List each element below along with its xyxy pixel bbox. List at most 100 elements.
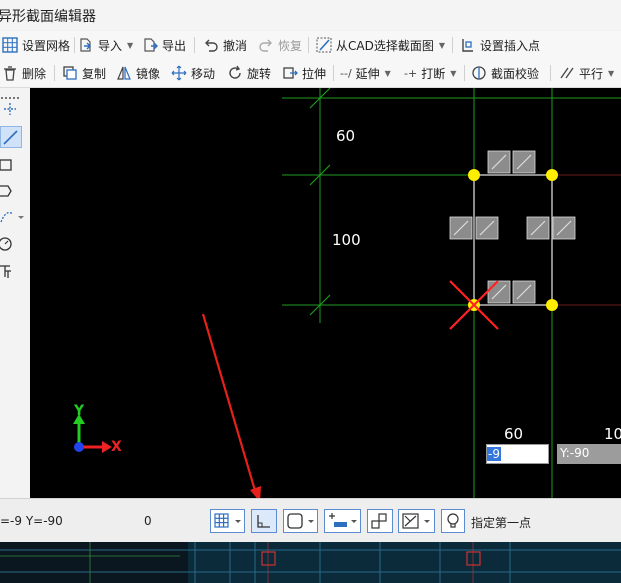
cad-select-icon xyxy=(316,37,332,53)
set-insert-point-button[interactable]: 设置插入点 xyxy=(460,35,540,55)
line-icon xyxy=(3,130,18,145)
undo-button[interactable]: 撤消 xyxy=(203,35,247,55)
coordinate-y-field[interactable]: Y:-90 xyxy=(557,444,621,464)
polygon-icon xyxy=(0,185,12,197)
polar-tracking-toggle[interactable] xyxy=(367,509,393,533)
grid-lines xyxy=(282,88,621,498)
dimension-label-bottom-right: 10 xyxy=(604,425,621,443)
select-from-cad-label: 从CAD选择截面图 xyxy=(336,38,434,53)
circle-tool[interactable] xyxy=(0,233,22,255)
rectangle-icon xyxy=(0,159,12,171)
toolbar-separator xyxy=(452,37,453,53)
import-label: 导入 xyxy=(98,38,123,53)
redo-label: 恢复 xyxy=(278,38,303,53)
toolbar-separator xyxy=(194,37,195,53)
canvas-drawing xyxy=(73,88,621,498)
mirror-label: 镜像 xyxy=(136,66,161,81)
grid-snap-toggle[interactable] xyxy=(210,509,245,533)
extend-dropdown-icon[interactable]: ▼ xyxy=(385,69,391,78)
angle-snap-icon xyxy=(402,513,419,529)
export-button[interactable]: 导出 xyxy=(142,35,186,55)
extend-button[interactable]: --/ 延伸 ▼ xyxy=(340,63,391,83)
point-icon xyxy=(4,103,16,115)
object-snap-icon xyxy=(287,513,303,529)
point-tool[interactable] xyxy=(0,98,22,120)
parallel-button[interactable]: 平行 ▼ xyxy=(559,63,614,83)
parallel-label: 平行 xyxy=(579,66,604,81)
rebar-box xyxy=(526,216,550,240)
copy-button[interactable]: 复制 xyxy=(62,63,106,83)
toolbar-grip xyxy=(0,90,22,99)
rebar-box xyxy=(487,280,511,304)
grid-icon xyxy=(2,37,18,53)
draw-toolbar xyxy=(0,88,31,498)
grid-settings-button[interactable]: 设置网格 xyxy=(2,35,70,55)
status-value: 0 xyxy=(144,514,152,528)
import-button[interactable]: 导入 ▼ xyxy=(78,35,133,55)
copy-label: 复制 xyxy=(82,66,107,81)
break-button[interactable]: -+ 打断 ▼ xyxy=(404,63,456,83)
rotate-icon xyxy=(229,65,241,79)
arc-tool[interactable] xyxy=(0,206,28,228)
import-icon xyxy=(80,38,91,52)
copy-icon xyxy=(63,66,77,80)
toolbar-separator xyxy=(308,37,309,53)
object-snap-toggle[interactable] xyxy=(283,509,318,533)
ortho-toggle[interactable] xyxy=(251,509,277,533)
ortho-icon xyxy=(257,515,270,528)
rebar-box xyxy=(475,216,499,240)
status-bar: =-9 Y=-90 0 指定第一点 xyxy=(0,498,621,543)
stretch-icon xyxy=(283,67,298,79)
dimension-label-bottom: 60 xyxy=(504,425,524,443)
import-dropdown-icon[interactable]: ▼ xyxy=(127,41,133,50)
background-cad-drawing xyxy=(0,542,621,583)
select-from-cad-button[interactable]: 从CAD选择截面图 ▼ xyxy=(316,35,445,55)
construction-lines xyxy=(552,174,621,306)
text-tool[interactable] xyxy=(0,260,22,282)
export-label: 导出 xyxy=(162,38,187,53)
section-check-icon xyxy=(472,66,486,80)
polar-tracking-icon xyxy=(371,513,387,529)
dynamic-input-toggle[interactable] xyxy=(324,509,361,533)
drawing-canvas[interactable]: 60 100 60 10 Y X -9 Y:-90 xyxy=(30,88,621,498)
parallel-icon xyxy=(560,67,574,79)
section-check-label: 截面校验 xyxy=(491,66,540,81)
undo-label: 撤消 xyxy=(223,38,248,53)
redo-button[interactable]: 恢复 xyxy=(258,35,302,55)
command-prompt: 指定第一点 xyxy=(471,516,532,530)
rebar-box xyxy=(449,216,473,240)
move-icon xyxy=(171,65,187,81)
angle-snap-toggle[interactable] xyxy=(398,509,435,533)
rotate-label: 旋转 xyxy=(247,66,272,81)
delete-label: 删除 xyxy=(22,66,47,81)
extend-icon: --/ xyxy=(340,66,352,80)
stretch-button[interactable]: 拉伸 xyxy=(282,63,326,83)
move-button[interactable]: 移动 xyxy=(171,63,215,83)
rotate-button[interactable]: 旋转 xyxy=(227,63,271,83)
background-cad-window xyxy=(0,542,621,583)
polygon-tool[interactable] xyxy=(0,180,22,202)
toolbar-separator xyxy=(54,65,55,81)
section-check-button[interactable]: 截面校验 xyxy=(471,63,539,83)
coordinate-x-input[interactable]: -9 xyxy=(486,444,549,464)
delete-button[interactable]: 删除 xyxy=(2,63,46,83)
cad-dropdown-icon[interactable]: ▼ xyxy=(439,41,445,50)
rectangle-tool[interactable] xyxy=(0,154,22,176)
axis-indicator xyxy=(73,414,112,453)
edit-toolbar: 删除 复制 镜像 移动 旋转 拉伸 --/ 延伸 ▼ -+ 打断 ▼ 截面校验 … xyxy=(0,59,621,88)
hint-toggle[interactable] xyxy=(441,509,465,533)
mirror-button[interactable]: 镜像 xyxy=(116,63,160,83)
move-label: 移动 xyxy=(191,66,216,81)
grid-settings-label: 设置网格 xyxy=(22,38,71,53)
grid-snap-icon xyxy=(214,513,229,528)
export-icon xyxy=(144,38,158,52)
trash-icon xyxy=(4,66,16,81)
circle-icon xyxy=(0,237,12,251)
redo-icon xyxy=(259,39,272,52)
parallel-dropdown-icon[interactable]: ▼ xyxy=(608,69,614,78)
line-tool[interactable] xyxy=(0,126,22,148)
coordinate-x-value: -9 xyxy=(487,447,501,461)
break-icon: -+ xyxy=(404,66,418,80)
break-dropdown-icon[interactable]: ▼ xyxy=(450,69,456,78)
rebar-box xyxy=(552,216,576,240)
